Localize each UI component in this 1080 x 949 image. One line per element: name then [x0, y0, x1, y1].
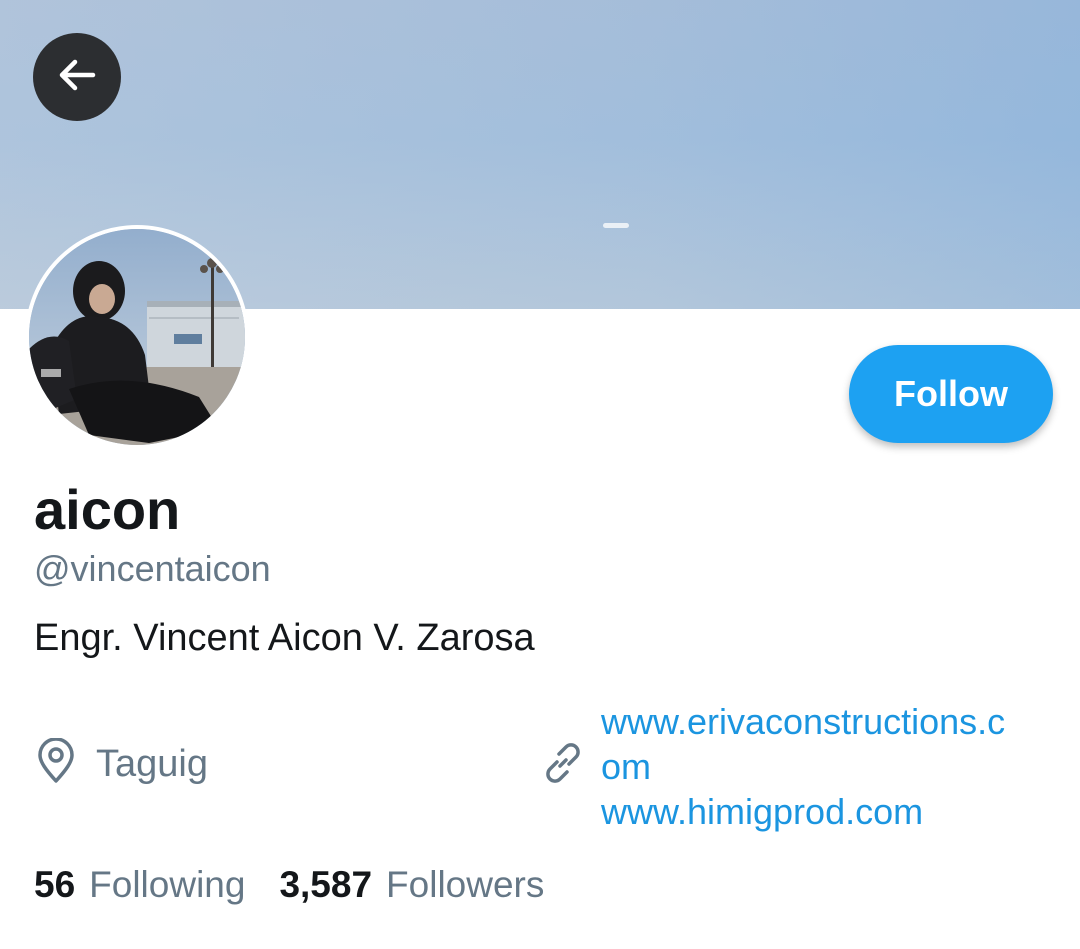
back-button[interactable]	[33, 33, 121, 121]
followers-count: 3,587	[279, 864, 373, 905]
following-count: 56	[34, 864, 76, 905]
profile-location: Taguig	[36, 737, 208, 789]
profile-links: www.erivaconstructions.c om www.himigpro…	[601, 699, 1051, 834]
display-name: aicon	[34, 478, 181, 541]
following-label: Following	[89, 864, 246, 905]
profile-stats: 56 Following 3,587 Followers	[34, 862, 544, 908]
map-pin-icon	[36, 737, 76, 789]
website-link-eriva[interactable]: www.erivaconstructions.c om	[601, 699, 1051, 789]
profile-bio: Engr. Vincent Aicon V. Zarosa	[34, 617, 535, 659]
website-link-eriva-line-2: om	[601, 746, 652, 787]
profile-page: Follow aicon @vincentaicon Engr. Vincent…	[0, 0, 1080, 949]
arrow-left-icon	[53, 51, 101, 104]
follow-button[interactable]: Follow	[849, 345, 1053, 443]
following-stat[interactable]: 56 Following	[34, 862, 245, 908]
location-label: Taguig	[96, 742, 208, 785]
followers-label: Followers	[386, 864, 545, 905]
website-link-himigprod[interactable]: www.himigprod.com	[601, 789, 1051, 834]
profile-handle: @vincentaicon	[34, 548, 271, 589]
website-link-eriva-line-1: www.erivaconstructions.c	[601, 701, 1006, 742]
banner-cloud	[603, 223, 629, 228]
followers-stat[interactable]: 3,587 Followers	[279, 862, 544, 908]
link-icon	[540, 740, 586, 791]
avatar[interactable]	[25, 225, 249, 449]
